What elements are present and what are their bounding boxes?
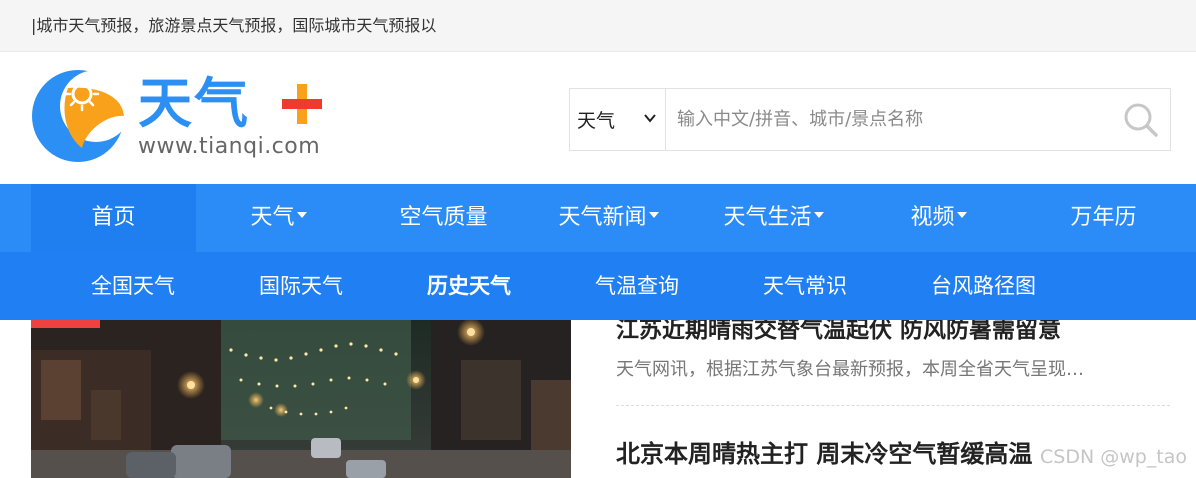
- logo-url: www.tianqi.com: [138, 134, 321, 159]
- logo-sun-moon-icon: [32, 70, 130, 162]
- caret-down-icon: [956, 212, 967, 218]
- nav-item-video[interactable]: 视频: [856, 184, 1021, 252]
- search-input[interactable]: [677, 89, 1117, 150]
- subnav-item-international[interactable]: 国际天气: [259, 252, 343, 320]
- nav-item-weather-life[interactable]: 天气生活: [691, 184, 856, 252]
- category-tab-marker: [31, 320, 100, 328]
- chevron-down-icon: [644, 114, 656, 123]
- nav-item-calendar[interactable]: 万年历: [1021, 184, 1186, 252]
- subnav-item-typhoon[interactable]: 台风路径图: [931, 252, 1036, 320]
- caret-down-icon: [648, 212, 659, 218]
- caret-down-icon: [296, 212, 307, 218]
- caret-down-icon: [813, 212, 824, 218]
- news-divider: [616, 405, 1170, 406]
- nav-item-label: 首页: [91, 205, 136, 230]
- ticker-text[interactable]: |城市天气预报，旅游景点天气预报，国际城市天气预报以: [31, 15, 483, 37]
- nav-item-weather[interactable]: 天气: [196, 184, 361, 252]
- top-bar: |城市天气预报，旅游景点天气预报，国际城市天气预报以: [0, 0, 1196, 52]
- header: 天气 www.tianqi.com 天气: [0, 52, 1196, 184]
- content-area: 江苏近期晴雨交替气温起伏 防风防暑需留意 天气网讯，根据江苏气象台最新预报，本周…: [0, 320, 1196, 478]
- site-logo[interactable]: 天气 www.tianqi.com: [30, 66, 330, 166]
- logo-title: 天气: [138, 72, 250, 135]
- news-headline[interactable]: 江苏近期晴雨交替气温起伏 防风防暑需留意: [616, 320, 1061, 344]
- nav-item-label: 万年历: [1070, 205, 1137, 230]
- search-icon[interactable]: [1122, 101, 1160, 139]
- sub-nav: 全国天气 国际天气 历史天气 气温查询 天气常识 台风路径图: [0, 252, 1196, 320]
- news-summary: 天气网讯，根据江苏气象台最新预报，本周全省天气呈现…: [616, 359, 1084, 380]
- main-nav: 首页 天气 空气质量 天气新闻 天气生活 视频 万年历: [0, 184, 1196, 252]
- nav-item-home[interactable]: 首页: [31, 184, 196, 252]
- nav-item-air-quality[interactable]: 空气质量: [361, 184, 526, 252]
- nav-item-label: 空气质量: [399, 205, 488, 230]
- search-type-value: 天气: [577, 110, 616, 132]
- subnav-item-national[interactable]: 全国天气: [91, 252, 175, 320]
- subnav-item-knowledge[interactable]: 天气常识: [763, 252, 847, 320]
- news-photo[interactable]: [31, 320, 571, 478]
- nav-item-weather-news[interactable]: 天气新闻: [526, 184, 691, 252]
- street-scene-image: [31, 320, 571, 478]
- search-type-select[interactable]: 天气: [570, 89, 666, 150]
- nav-item-label: 天气新闻: [558, 205, 647, 230]
- nav-item-label: 天气生活: [723, 205, 812, 230]
- subnav-item-temperature[interactable]: 气温查询: [595, 252, 679, 320]
- subnav-item-history[interactable]: 历史天气: [427, 252, 511, 320]
- nav-item-label: 视频: [910, 205, 955, 230]
- news-headline[interactable]: 北京本周晴热主打 周末冷空气暂缓高温: [616, 434, 1032, 469]
- watermark: CSDN @wp_tao: [1040, 446, 1188, 468]
- nav-item-label: 天气: [250, 205, 295, 230]
- plus-icon: [282, 84, 322, 124]
- search-box: 天气: [569, 88, 1171, 151]
